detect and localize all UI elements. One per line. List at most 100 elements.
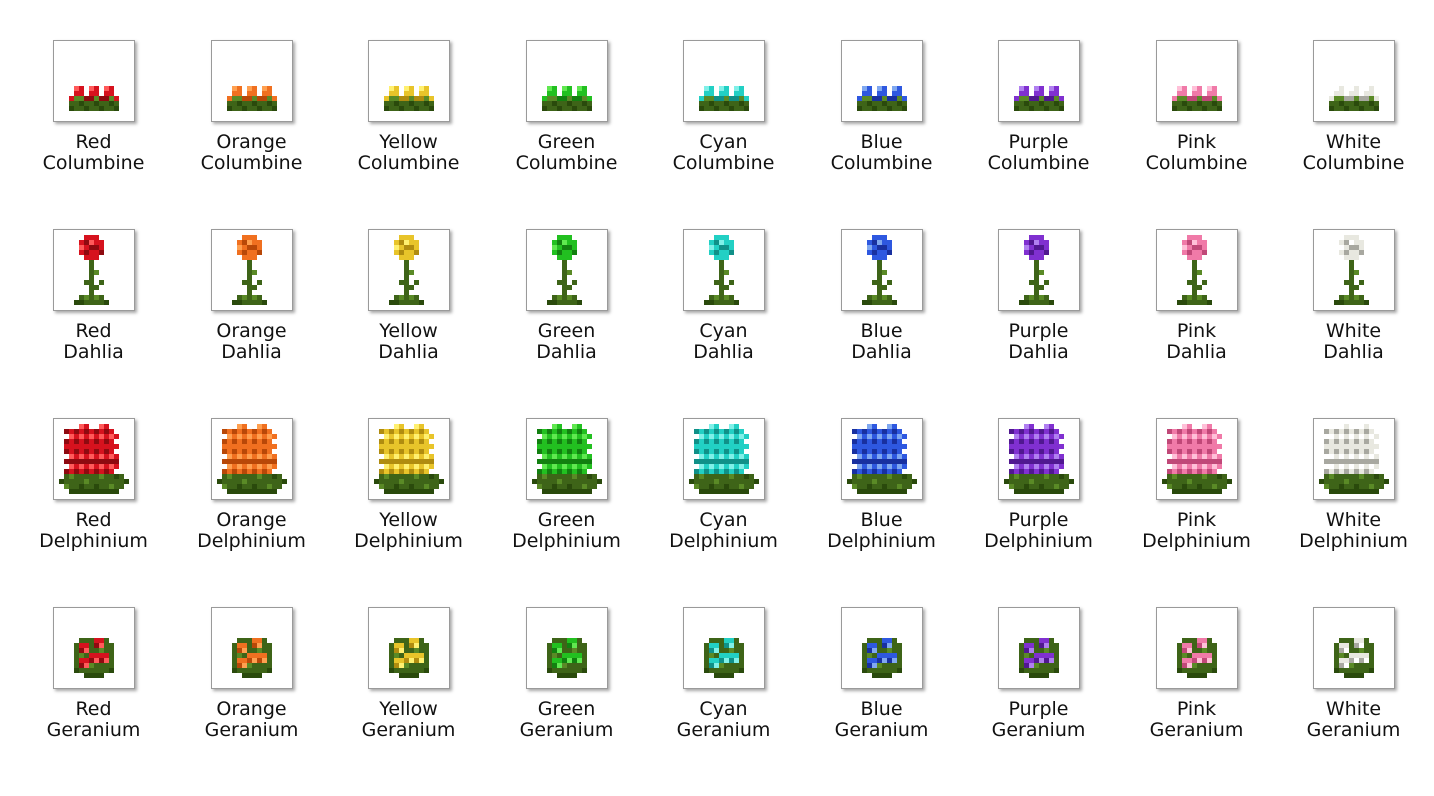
tile-yellow-geranium[interactable]: Yellow Geranium	[330, 607, 487, 767]
white-columbine-thumbnail[interactable]	[1313, 40, 1395, 122]
tile-yellow-delphinium[interactable]: Yellow Delphinium	[330, 418, 487, 578]
tile-label: Pink Delphinium	[1118, 510, 1275, 552]
pink-geranium-thumbnail[interactable]	[1156, 607, 1238, 689]
tile-yellow-columbine[interactable]: Yellow Columbine	[330, 40, 487, 200]
purple-dahlia-thumbnail[interactable]	[998, 229, 1080, 311]
red-geranium-thumbnail[interactable]	[53, 607, 135, 689]
tile-red-columbine[interactable]: Red Columbine	[15, 40, 172, 200]
tile-orange-dahlia[interactable]: Orange Dahlia	[173, 229, 330, 389]
white-dahlia-thumbnail[interactable]	[1313, 229, 1395, 311]
tile-orange-columbine[interactable]: Orange Columbine	[173, 40, 330, 200]
orange-columbine-thumbnail[interactable]	[211, 40, 293, 122]
red-dahlia-thumbnail[interactable]	[53, 229, 135, 311]
white-geranium-thumbnail[interactable]	[1313, 607, 1395, 689]
red-columbine-thumbnail[interactable]	[53, 40, 135, 122]
tile-cyan-geranium[interactable]: Cyan Geranium	[645, 607, 802, 767]
tile-green-geranium[interactable]: Green Geranium	[488, 607, 645, 767]
label-color: Purple	[1008, 131, 1069, 153]
orange-delphinium-icon	[217, 424, 287, 494]
label-flower: Columbine	[515, 152, 618, 174]
blue-columbine-thumbnail[interactable]	[841, 40, 923, 122]
tile-purple-delphinium[interactable]: Purple Delphinium	[960, 418, 1117, 578]
label-flower: Geranium	[1149, 719, 1244, 741]
cyan-geranium-thumbnail[interactable]	[683, 607, 765, 689]
tile-purple-dahlia[interactable]: Purple Dahlia	[960, 229, 1117, 389]
tile-white-delphinium[interactable]: White Delphinium	[1275, 418, 1432, 578]
purple-delphinium-thumbnail[interactable]	[998, 418, 1080, 500]
green-dahlia-thumbnail[interactable]	[526, 229, 608, 311]
tile-red-delphinium[interactable]: Red Delphinium	[15, 418, 172, 578]
cyan-dahlia-thumbnail[interactable]	[683, 229, 765, 311]
tile-white-geranium[interactable]: White Geranium	[1275, 607, 1432, 767]
label-color: Orange	[216, 320, 287, 342]
purple-columbine-thumbnail[interactable]	[998, 40, 1080, 122]
yellow-columbine-thumbnail[interactable]	[368, 40, 450, 122]
label-flower: Columbine	[987, 152, 1090, 174]
orange-geranium-icon	[232, 638, 272, 678]
tile-yellow-dahlia[interactable]: Yellow Dahlia	[330, 229, 487, 389]
cyan-delphinium-thumbnail[interactable]	[683, 418, 765, 500]
white-delphinium-thumbnail[interactable]	[1313, 418, 1395, 500]
label-flower: Delphinium	[1299, 530, 1408, 552]
tile-pink-columbine[interactable]: Pink Columbine	[1118, 40, 1275, 200]
yellow-delphinium-thumbnail[interactable]	[368, 418, 450, 500]
green-geranium-thumbnail[interactable]	[526, 607, 608, 689]
tile-pink-dahlia[interactable]: Pink Dahlia	[1118, 229, 1275, 389]
pink-dahlia-thumbnail[interactable]	[1156, 229, 1238, 311]
tile-red-geranium[interactable]: Red Geranium	[15, 607, 172, 767]
label-flower: Geranium	[361, 719, 456, 741]
tile-orange-delphinium[interactable]: Orange Delphinium	[173, 418, 330, 578]
green-columbine-thumbnail[interactable]	[526, 40, 608, 122]
cyan-columbine-thumbnail[interactable]	[683, 40, 765, 122]
label-flower: Dahlia	[1166, 341, 1227, 363]
tile-cyan-columbine[interactable]: Cyan Columbine	[645, 40, 802, 200]
tile-purple-columbine[interactable]: Purple Columbine	[960, 40, 1117, 200]
pink-delphinium-thumbnail[interactable]	[1156, 418, 1238, 500]
tile-label: Blue Delphinium	[803, 510, 960, 552]
label-color: Purple	[1008, 698, 1069, 720]
label-color: Purple	[1008, 320, 1069, 342]
green-geranium-icon	[547, 638, 587, 678]
tile-blue-columbine[interactable]: Blue Columbine	[803, 40, 960, 200]
pink-dahlia-icon	[1177, 235, 1212, 305]
tile-blue-dahlia[interactable]: Blue Dahlia	[803, 229, 960, 389]
orange-geranium-thumbnail[interactable]	[211, 607, 293, 689]
tile-pink-delphinium[interactable]: Pink Delphinium	[1118, 418, 1275, 578]
purple-columbine-icon	[1014, 86, 1064, 111]
green-columbine-icon	[542, 86, 592, 111]
tile-green-columbine[interactable]: Green Columbine	[488, 40, 645, 200]
yellow-dahlia-thumbnail[interactable]	[368, 229, 450, 311]
label-flower: Geranium	[991, 719, 1086, 741]
red-delphinium-thumbnail[interactable]	[53, 418, 135, 500]
blue-geranium-thumbnail[interactable]	[841, 607, 923, 689]
label-color: Purple	[1008, 509, 1069, 531]
tile-white-dahlia[interactable]: White Dahlia	[1275, 229, 1432, 389]
label-flower: Geranium	[834, 719, 929, 741]
tile-label: White Columbine	[1275, 132, 1432, 174]
orange-dahlia-thumbnail[interactable]	[211, 229, 293, 311]
purple-geranium-thumbnail[interactable]	[998, 607, 1080, 689]
tile-label: Green Dahlia	[488, 321, 645, 363]
yellow-dahlia-icon	[389, 235, 424, 305]
orange-delphinium-thumbnail[interactable]	[211, 418, 293, 500]
green-delphinium-thumbnail[interactable]	[526, 418, 608, 500]
tile-cyan-dahlia[interactable]: Cyan Dahlia	[645, 229, 802, 389]
tile-purple-geranium[interactable]: Purple Geranium	[960, 607, 1117, 767]
tile-pink-geranium[interactable]: Pink Geranium	[1118, 607, 1275, 767]
tile-cyan-delphinium[interactable]: Cyan Delphinium	[645, 418, 802, 578]
blue-delphinium-icon	[847, 424, 917, 494]
tile-green-dahlia[interactable]: Green Dahlia	[488, 229, 645, 389]
blue-delphinium-thumbnail[interactable]	[841, 418, 923, 500]
label-flower: Columbine	[672, 152, 775, 174]
tile-blue-delphinium[interactable]: Blue Delphinium	[803, 418, 960, 578]
tile-blue-geranium[interactable]: Blue Geranium	[803, 607, 960, 767]
label-color: Cyan	[699, 320, 748, 342]
pink-columbine-thumbnail[interactable]	[1156, 40, 1238, 122]
yellow-geranium-thumbnail[interactable]	[368, 607, 450, 689]
tile-white-columbine[interactable]: White Columbine	[1275, 40, 1432, 200]
blue-dahlia-thumbnail[interactable]	[841, 229, 923, 311]
tile-red-dahlia[interactable]: Red Dahlia	[15, 229, 172, 389]
tile-orange-geranium[interactable]: Orange Geranium	[173, 607, 330, 767]
pink-delphinium-icon	[1162, 424, 1232, 494]
tile-green-delphinium[interactable]: Green Delphinium	[488, 418, 645, 578]
